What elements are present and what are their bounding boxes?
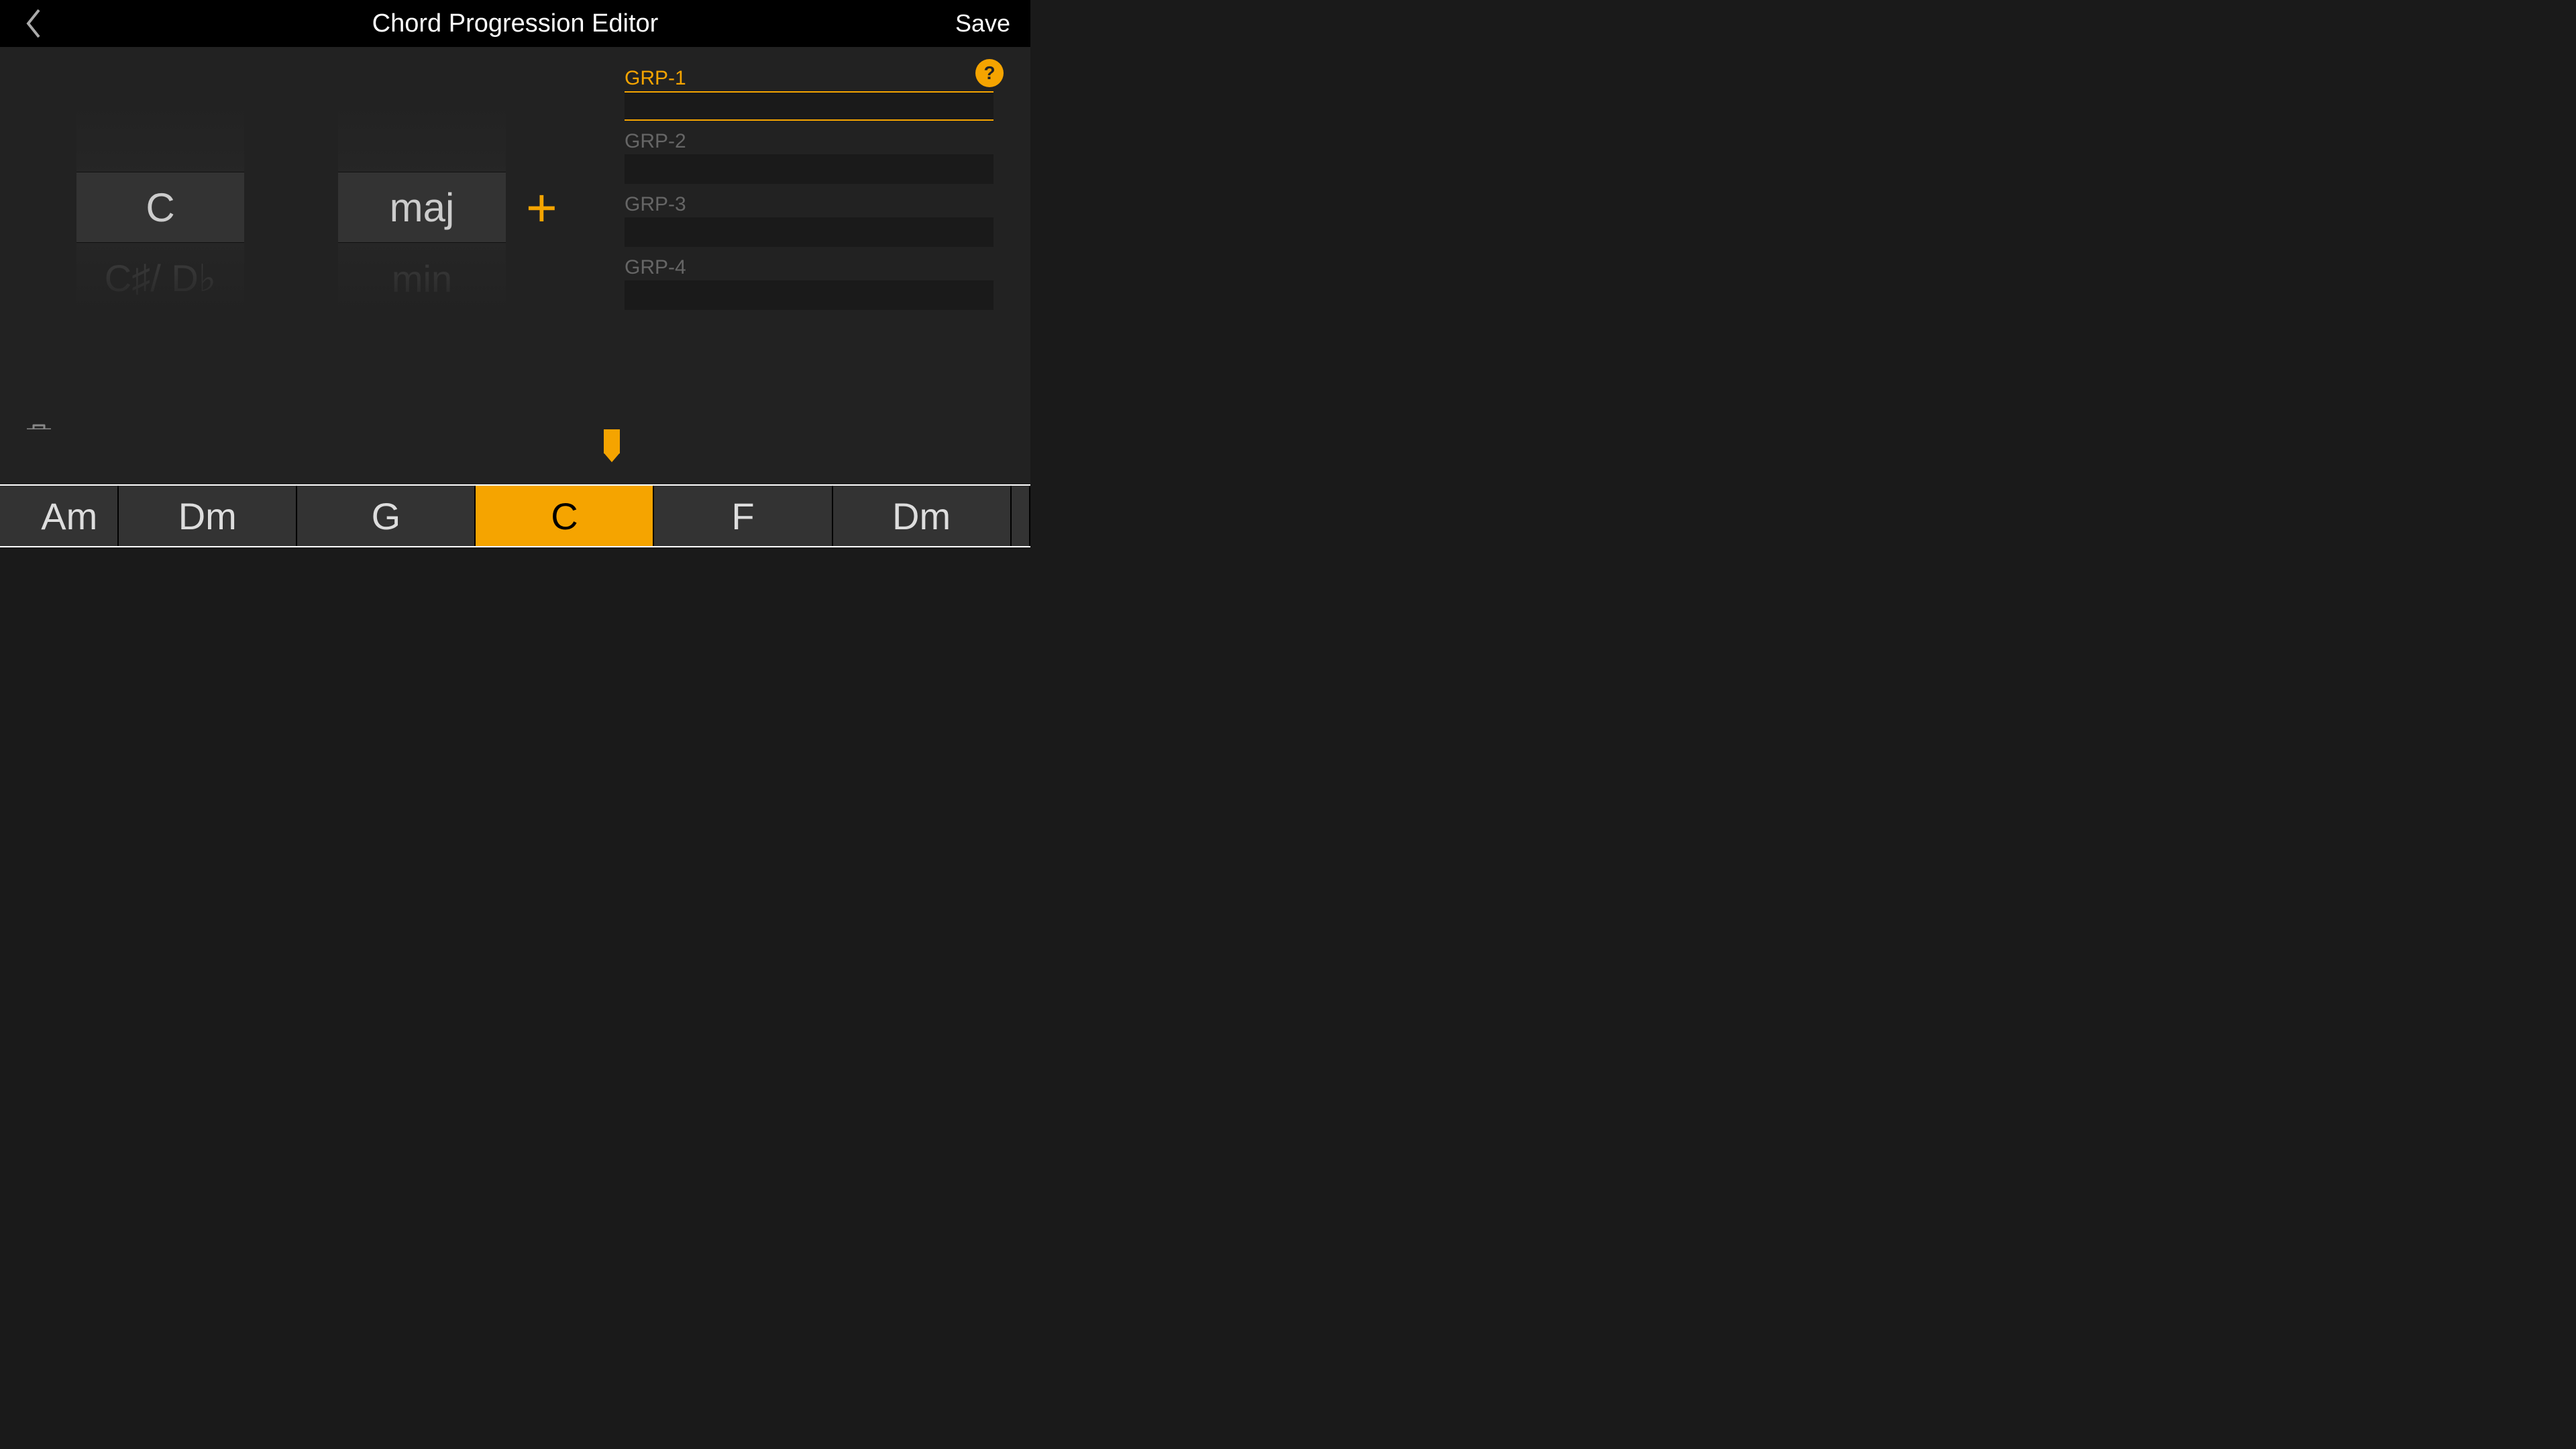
timeline-marker-area[interactable] <box>0 429 1030 486</box>
group-item-4[interactable]: GRP-4 <box>625 256 994 310</box>
add-chord-to-group-button[interactable]: + <box>526 181 557 235</box>
groups-list: GRP-1 GRP-2 GRP-3 GRP-4 <box>625 67 994 310</box>
chord-cell[interactable] <box>1012 486 1030 546</box>
picker-quality-selected: maj <box>338 172 506 243</box>
group-label: GRP-4 <box>625 256 994 280</box>
group-content-slot[interactable] <box>625 154 994 184</box>
group-label: GRP-3 <box>625 193 994 217</box>
group-item-1[interactable]: GRP-1 <box>625 67 994 121</box>
save-button[interactable]: Save <box>955 9 1010 38</box>
chord-cell[interactable]: Dm <box>833 486 1012 546</box>
group-content-slot[interactable] <box>625 91 994 121</box>
chord-quality-picker[interactable]: maj min <box>338 101 506 315</box>
chord-cell[interactable]: Dm <box>119 486 297 546</box>
playhead-marker[interactable] <box>604 429 620 453</box>
chord-root-picker[interactable]: C C♯/ D♭ <box>76 101 244 315</box>
group-label: GRP-1 <box>625 67 994 91</box>
chord-progression-rail: AmDmGCFDm <box>0 484 1030 547</box>
group-label: GRP-2 <box>625 130 994 154</box>
picker-root-below: C♯/ D♭ <box>76 243 244 314</box>
chord-cell[interactable]: F <box>654 486 833 546</box>
chevron-left-icon <box>24 7 43 40</box>
picker-quality-below: min <box>338 243 506 314</box>
picker-root-selected: C <box>76 172 244 243</box>
group-content-slot[interactable] <box>625 217 994 247</box>
picker-cell-above <box>76 101 244 172</box>
plus-icon: + <box>526 178 557 237</box>
chord-cell[interactable]: C <box>476 486 654 546</box>
page-title: Chord Progression Editor <box>372 9 659 38</box>
back-button[interactable] <box>20 10 47 37</box>
group-item-3[interactable]: GRP-3 <box>625 193 994 247</box>
group-item-2[interactable]: GRP-2 <box>625 130 994 184</box>
picker-cell-above <box>338 101 506 172</box>
chord-cell[interactable]: Am <box>0 486 119 546</box>
group-content-slot[interactable] <box>625 280 994 310</box>
chord-cell[interactable]: G <box>297 486 476 546</box>
